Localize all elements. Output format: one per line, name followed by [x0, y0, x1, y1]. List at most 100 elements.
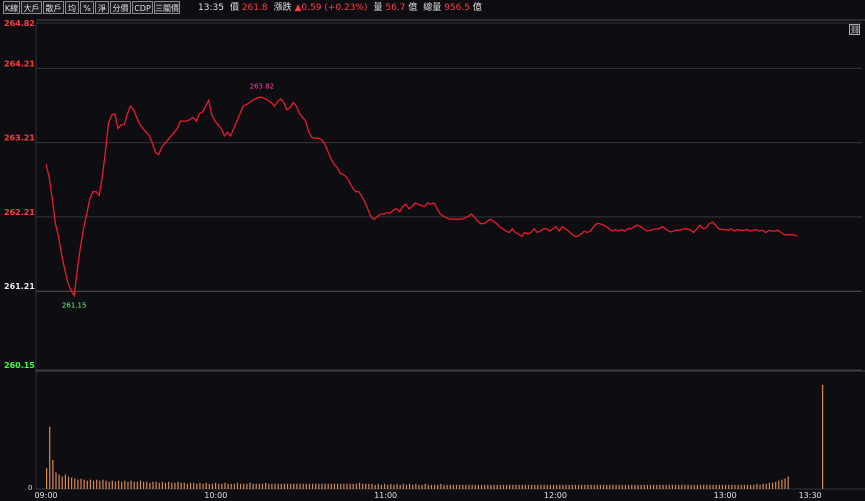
volume-bar-99	[355, 483, 357, 489]
volume-bar-9	[74, 478, 76, 489]
volume-bar-3	[55, 472, 57, 489]
volume-bar-89	[324, 483, 326, 489]
volume-bar-87	[318, 483, 320, 489]
volume-bar-24	[121, 481, 123, 489]
volume-bar-226	[753, 484, 755, 489]
volume-bar-20	[108, 481, 110, 489]
volume-bar-22	[114, 481, 117, 489]
volume-bar-132	[459, 484, 461, 489]
volume-bar-158	[540, 484, 542, 489]
volume-bar-182	[615, 484, 617, 489]
volume-bar-26	[127, 481, 129, 489]
volume-bar-121	[424, 483, 426, 489]
volume-bar-90	[327, 483, 329, 489]
volume-bar-151	[518, 484, 520, 489]
volume-bar-212	[709, 484, 711, 489]
volume-bar-138	[477, 484, 480, 489]
volume-bar-105	[374, 484, 376, 489]
volume-bar-223	[743, 484, 745, 489]
volume-bar-177	[599, 484, 602, 489]
volume-bar-228	[759, 484, 761, 489]
volume-bar-128	[446, 484, 448, 489]
volume-bar-186	[628, 484, 630, 489]
volume-bar-66	[252, 483, 254, 489]
volume-bar-149	[512, 484, 514, 489]
volume-bar-31	[143, 481, 145, 489]
volume-bar-130	[452, 484, 454, 489]
volume-bar-47	[193, 482, 195, 489]
volume-bar-209	[699, 484, 702, 489]
volume-bar-77	[286, 483, 289, 489]
volume-bar-170	[577, 484, 580, 489]
volume-bar-159	[543, 484, 545, 489]
volume-bar-194	[653, 484, 655, 489]
high-price-label: 263.82	[250, 82, 275, 90]
volume-bar-21	[111, 480, 113, 489]
volume-bar-114	[402, 483, 404, 489]
volume-bar-131	[455, 484, 458, 489]
volume-bar-146	[502, 484, 505, 489]
volume-bar-238	[822, 385, 824, 489]
volume-bar-118	[415, 483, 417, 489]
volume-bar-124	[434, 484, 436, 489]
volume-bar-97	[349, 483, 351, 489]
volume-bar-102	[365, 483, 367, 489]
volume-bar-193	[649, 484, 652, 489]
volume-bar-171	[581, 484, 583, 489]
volume-bar-156	[534, 484, 536, 489]
volume-bar-165	[562, 484, 564, 489]
volume-bar-203	[681, 484, 683, 489]
volume-bar-23	[117, 480, 120, 489]
volume-bar-185	[624, 484, 627, 489]
volume-bar-190	[640, 484, 642, 489]
volume-bar-215	[718, 484, 720, 489]
volume-bar-111	[393, 484, 395, 489]
volume-bar-64	[246, 483, 248, 489]
volume-bar-57	[224, 482, 226, 489]
volume-bar-227	[756, 483, 758, 489]
volume-bar-38	[164, 482, 167, 489]
volume-bar-43	[180, 482, 182, 489]
volume-bar-210	[703, 484, 705, 489]
low-price-label: 261.15	[62, 302, 87, 310]
volume-bar-103	[368, 483, 370, 489]
volume-bar-71	[268, 483, 270, 489]
volume-bar-184	[621, 484, 623, 489]
volume-bar-216	[721, 484, 724, 489]
volume-bar-217	[725, 484, 727, 489]
volume-bar-206	[690, 484, 692, 489]
volume-bar-48	[196, 483, 198, 489]
volume-bar-147	[505, 484, 508, 489]
volume-bar-144	[496, 484, 498, 489]
volume-bar-18	[102, 479, 104, 489]
volume-bar-148	[509, 484, 511, 489]
volume-bar-85	[311, 483, 314, 489]
volume-bar-231	[768, 482, 771, 489]
volume-bar-173	[587, 484, 589, 489]
volume-bar-69	[261, 483, 264, 489]
volume-bar-93	[337, 483, 339, 489]
volume-bar-75	[280, 483, 282, 489]
volume-bar-232	[771, 482, 774, 489]
volume-bar-234	[778, 480, 780, 489]
volume-bar-127	[443, 484, 445, 489]
volume-bar-145	[499, 484, 501, 489]
volume-bar-176	[596, 484, 598, 489]
volume-bar-192	[646, 484, 648, 489]
volume-bar-40	[171, 482, 173, 489]
volume-bar-119	[418, 484, 420, 489]
volume-bar-67	[255, 483, 257, 489]
volume-bar-45	[186, 483, 189, 489]
volume-bar-199	[668, 484, 670, 489]
volume-bar-16	[96, 479, 98, 489]
volume-bar-112	[396, 483, 398, 489]
volume-bar-13	[86, 480, 88, 489]
x-tick-label-2: 11:00	[374, 491, 397, 500]
volume-bar-126	[440, 483, 442, 489]
volume-bar-168	[571, 484, 573, 489]
volume-bar-42	[177, 481, 179, 489]
volume-bar-52	[208, 483, 210, 489]
volume-bar-166	[565, 484, 567, 489]
volume-bar-33	[149, 482, 151, 489]
volume-bar-59	[230, 483, 232, 489]
